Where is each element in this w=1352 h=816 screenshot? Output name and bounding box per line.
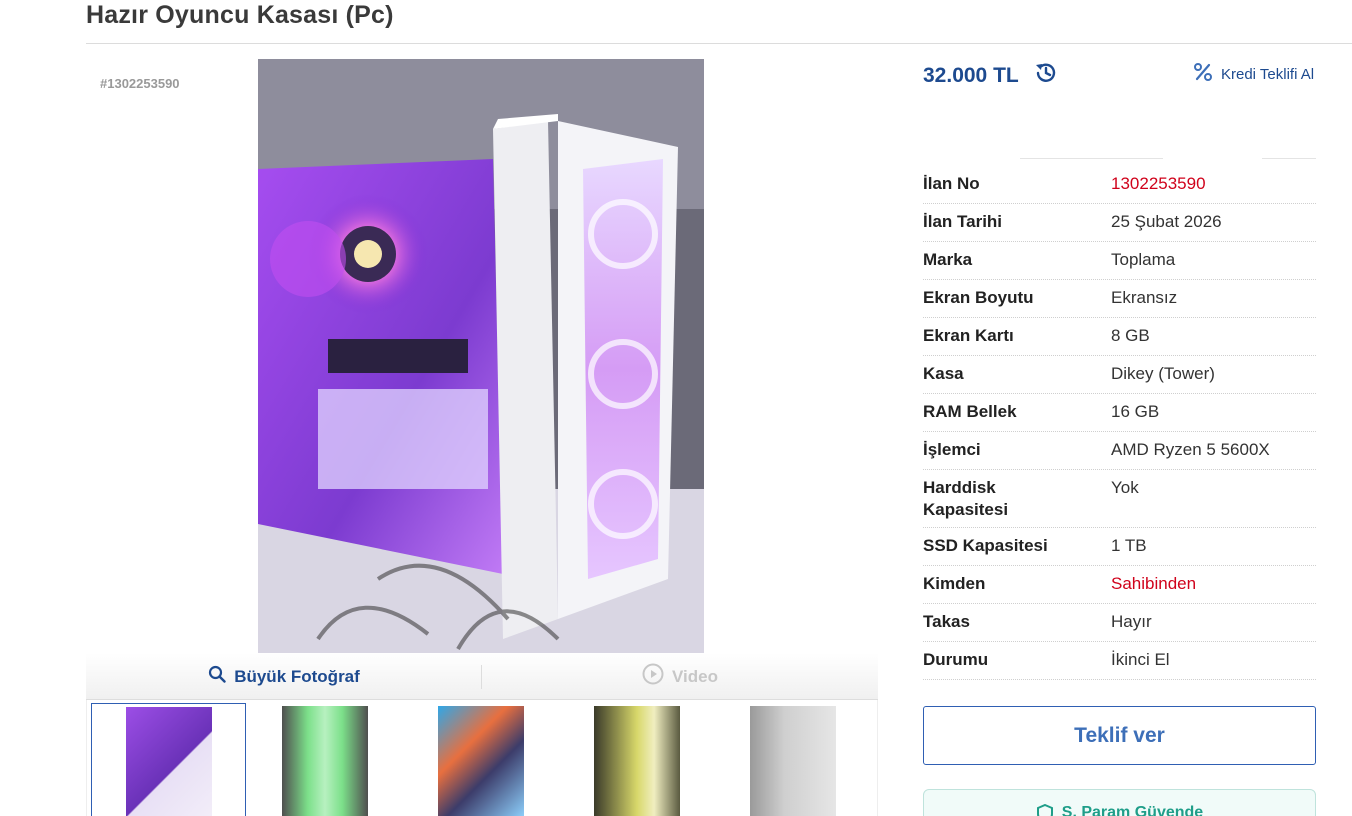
detail-key: Marka	[923, 250, 973, 269]
price-row: 32.000 TL	[923, 60, 1059, 91]
photo-toolbar: Büyük Fotoğraf Video	[86, 653, 878, 700]
make-offer-button[interactable]: Teklif ver	[923, 706, 1316, 765]
pc-case-photo	[258, 59, 704, 653]
detail-value: Sahibinden	[1111, 574, 1197, 593]
thumbnail-image	[749, 706, 836, 816]
image-listing-id: #1302253590	[100, 76, 180, 91]
detail-value: İkinci El	[1111, 650, 1170, 669]
thumbnail-image	[125, 707, 212, 816]
detail-value: Toplama	[1111, 250, 1176, 269]
thumbnail-image	[281, 706, 368, 816]
thumbnail-5[interactable]	[715, 703, 870, 816]
detail-value: Yok	[1111, 478, 1139, 497]
detail-value: 25 Şubat 2026	[1111, 212, 1222, 231]
listing-details: İlan No 1302253590 İlan Tarihi 25 Şubat …	[923, 166, 1316, 680]
main-photo[interactable]	[258, 59, 704, 653]
big-photo-button[interactable]: Büyük Fotoğraf	[86, 653, 482, 700]
shield-icon	[1036, 803, 1054, 816]
detail-key: SSD Kapasitesi	[923, 536, 1048, 555]
detail-row: Takas Hayır	[923, 604, 1316, 642]
detail-value: 1 TB	[1111, 536, 1147, 555]
detail-value: 8 GB	[1111, 326, 1150, 345]
detail-value: AMD Ryzen 5 5600X	[1111, 440, 1270, 459]
play-icon	[642, 663, 664, 690]
detail-row: Ekran Boyutu Ekransız	[923, 280, 1316, 318]
price-history-icon[interactable]	[1033, 60, 1059, 91]
detail-row: Ekran Kartı 8 GB	[923, 318, 1316, 356]
detail-value: Ekransız	[1111, 288, 1178, 307]
detail-row: RAM Bellek 16 GB	[923, 394, 1316, 432]
credit-offer-link[interactable]: Kredi Teklifi Al	[1193, 62, 1314, 86]
thumbnail-image	[437, 706, 524, 816]
detail-row: İşlemci AMD Ryzen 5 5600X	[923, 432, 1316, 470]
thumbnail-3[interactable]	[403, 703, 558, 816]
detail-row: Kasa Dikey (Tower)	[923, 356, 1316, 394]
detail-key: İşlemci	[923, 440, 981, 459]
detail-value: 16 GB	[1111, 402, 1160, 421]
video-button[interactable]: Video	[482, 653, 878, 700]
detail-value: Dikey (Tower)	[1111, 364, 1215, 383]
detail-key: Ekran Kartı	[923, 326, 1014, 345]
detail-key: Kimden	[923, 574, 986, 593]
detail-value: 1302253590	[1111, 174, 1206, 193]
page-title: Hazır Oyuncu Kasası (Pc)	[86, 1, 394, 29]
thumbnail-1[interactable]	[91, 703, 246, 816]
detail-key: RAM Bellek	[923, 402, 1017, 421]
video-label: Video	[672, 666, 718, 686]
title-divider	[86, 43, 1352, 44]
percent-icon	[1193, 62, 1213, 86]
safe-payment-label: S. Param Güvende	[1061, 804, 1204, 816]
tab-underline	[1020, 158, 1163, 159]
detail-row: İlan No 1302253590	[923, 166, 1316, 204]
price: 32.000 TL	[923, 63, 1019, 87]
detail-key: Ekran Boyutu	[923, 288, 1034, 307]
detail-key: Takas	[923, 612, 970, 631]
thumbnail-image	[593, 706, 680, 816]
thumbnail-4[interactable]	[559, 703, 714, 816]
detail-row: Marka Toplama	[923, 242, 1316, 280]
credit-offer-label: Kredi Teklifi Al	[1221, 65, 1315, 83]
detail-key: İlan Tarihi	[923, 212, 1003, 231]
detail-key: Kasa	[923, 364, 964, 383]
tab-underline	[1262, 158, 1316, 159]
detail-row: İlan Tarihi 25 Şubat 2026	[923, 204, 1316, 242]
detail-value: Hayır	[1111, 612, 1152, 631]
detail-key: İlan No	[923, 174, 980, 193]
detail-row: SSD Kapasitesi 1 TB	[923, 528, 1316, 566]
thumbnail-2[interactable]	[247, 703, 402, 816]
detail-row: Durumu İkinci El	[923, 642, 1316, 680]
big-photo-label: Büyük Fotoğraf	[234, 666, 360, 686]
safe-payment-box[interactable]: S. Param Güvende	[923, 789, 1316, 816]
detail-row: Kimden Sahibinden	[923, 566, 1316, 604]
detail-key: Durumu	[923, 650, 989, 669]
thumbnail-strip	[86, 700, 878, 816]
search-icon	[208, 665, 226, 688]
detail-key: Harddisk Kapasitesi	[923, 478, 1009, 519]
detail-row: Harddisk Kapasitesi Yok	[923, 470, 1316, 528]
